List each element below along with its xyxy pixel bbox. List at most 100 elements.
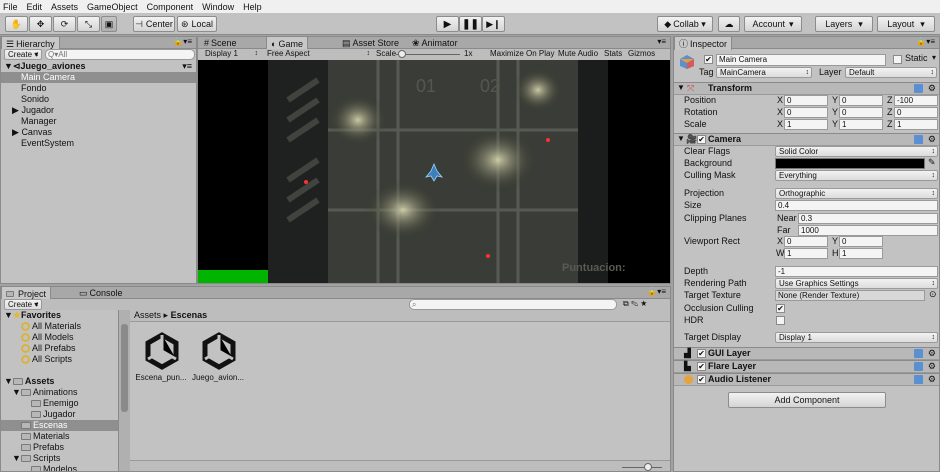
cloud-button[interactable]: ☁: [718, 16, 740, 32]
favorites-item[interactable]: All Models: [1, 332, 118, 343]
layers-dropdown[interactable]: Layers ▾: [815, 16, 873, 32]
target-texture-field[interactable]: None (Render Texture): [775, 290, 925, 301]
hand-tool-button[interactable]: ✋: [5, 16, 28, 32]
far-input[interactable]: 1000: [798, 225, 938, 236]
breadcrumb-root[interactable]: Assets: [134, 310, 161, 320]
help-icon[interactable]: [914, 135, 923, 144]
hierarchy-search-input[interactable]: Q▾All: [45, 49, 195, 60]
menu-edit[interactable]: Edit: [27, 2, 43, 12]
expand-arrow-icon[interactable]: ▼: [677, 83, 685, 92]
transform-header[interactable]: ▼ ⤧ Transform ⚙: [674, 82, 939, 95]
audio-listener-header[interactable]: ✔ Audio Listener ⚙: [674, 373, 939, 386]
project-create-button[interactable]: Create ▾: [4, 299, 42, 310]
tree-item-materials[interactable]: Materials: [1, 431, 118, 442]
tree-item-scripts[interactable]: ▼ Scripts: [1, 453, 118, 464]
scene-root[interactable]: ▼⊲Juego_aviones ▾≡: [1, 61, 196, 72]
culling-mask-dropdown[interactable]: Everything: [775, 170, 938, 181]
help-icon[interactable]: [914, 375, 923, 384]
tree-item-enemigo[interactable]: Enemigo: [1, 398, 118, 409]
aspect-dropdown[interactable]: Free Aspect: [264, 49, 372, 60]
tab-inspector[interactable]: ⓘ Inspector: [674, 37, 733, 50]
gear-icon[interactable]: ⚙: [928, 361, 936, 372]
icon-size-slider-handle[interactable]: [644, 463, 652, 471]
panel-menu-icon[interactable]: 🔒▾≡: [173, 37, 192, 46]
play-button[interactable]: ▶: [436, 16, 459, 32]
near-input[interactable]: 0.3: [798, 213, 938, 224]
object-picker-icon[interactable]: ⊙: [929, 289, 937, 300]
static-checkbox[interactable]: [893, 55, 902, 64]
favorites-header[interactable]: ▼★Favorites: [1, 310, 118, 321]
expand-arrow-icon[interactable]: ▼: [4, 61, 13, 71]
tab-console[interactable]: ▭ Console: [75, 287, 127, 299]
asset-file[interactable]: Escena_pun...: [135, 331, 187, 382]
menu-window[interactable]: Window: [202, 2, 234, 12]
move-tool-button[interactable]: ✥: [29, 16, 52, 32]
gear-icon[interactable]: ⚙: [928, 134, 936, 145]
tree-item-jugador[interactable]: Jugador: [1, 409, 118, 420]
gui-layer-checkbox[interactable]: ✔: [697, 349, 706, 358]
rotation-x-input[interactable]: 0: [784, 107, 828, 118]
tree-scrollbar-track[interactable]: [119, 310, 130, 471]
rotation-y-input[interactable]: 0: [839, 107, 883, 118]
position-z-input[interactable]: -100: [894, 95, 938, 106]
help-icon[interactable]: [914, 362, 923, 371]
stats-toggle[interactable]: Stats: [604, 48, 622, 59]
favorites-item[interactable]: All Scripts: [1, 354, 118, 365]
hierarchy-item-manager[interactable]: Manager: [1, 116, 196, 127]
tree-item-escenas[interactable]: Escenas: [1, 420, 118, 431]
account-dropdown[interactable]: Account ▾: [744, 16, 802, 32]
expand-arrow-icon[interactable]: ▼: [12, 387, 21, 397]
collapse-arrow-icon[interactable]: ▶: [12, 127, 19, 137]
scale-slider-handle[interactable]: [398, 50, 406, 58]
hdr-checkbox[interactable]: [776, 316, 785, 325]
panel-menu-icon[interactable]: 🔒▾≡: [647, 287, 666, 296]
scene-menu-icon[interactable]: ▾≡: [182, 61, 192, 72]
menu-file[interactable]: File: [3, 2, 18, 12]
hierarchy-item-canvas[interactable]: ▶ Canvas: [1, 127, 196, 138]
help-icon[interactable]: [914, 349, 923, 358]
viewport-x-input[interactable]: 0: [784, 236, 828, 247]
scale-y-input[interactable]: 1: [839, 119, 883, 130]
audio-listener-checkbox[interactable]: ✔: [697, 375, 706, 384]
rendering-path-dropdown[interactable]: Use Graphics Settings: [775, 278, 938, 289]
collapse-arrow-icon[interactable]: ▶: [12, 105, 19, 115]
rotate-tool-button[interactable]: ⟳: [53, 16, 76, 32]
layout-dropdown[interactable]: Layout ▾: [877, 16, 935, 32]
tree-item-prefabs[interactable]: Prefabs: [1, 442, 118, 453]
hierarchy-item-jugador[interactable]: ▶ Jugador: [1, 105, 196, 116]
gear-icon[interactable]: ⚙: [928, 374, 936, 385]
gear-icon[interactable]: ⚙: [928, 348, 936, 359]
favorites-item[interactable]: All Prefabs: [1, 343, 118, 354]
scale-x-input[interactable]: 1: [784, 119, 828, 130]
pivot-center-button[interactable]: ⊣ Center: [133, 16, 175, 32]
project-search-input[interactable]: ⌕: [409, 299, 617, 310]
step-button[interactable]: ▶❙: [482, 16, 505, 32]
pivot-local-button[interactable]: ⊛ Local: [177, 16, 217, 32]
favorites-item[interactable]: All Materials: [1, 321, 118, 332]
background-color-swatch[interactable]: [775, 158, 925, 169]
viewport-y-input[interactable]: 0: [839, 236, 883, 247]
viewport-w-input[interactable]: 1: [784, 248, 828, 259]
depth-input[interactable]: -1: [775, 266, 938, 277]
flare-layer-header[interactable]: ▙ ✔ Flare Layer ⚙: [674, 360, 939, 373]
rect-tool-button[interactable]: ▣: [101, 16, 117, 32]
hierarchy-item-sonido[interactable]: Sonido: [1, 94, 196, 105]
camera-header[interactable]: ▼ 🎥 ✔ Camera ⚙: [674, 133, 939, 146]
static-dropdown-arrow-icon[interactable]: ▾: [932, 53, 936, 62]
add-component-button[interactable]: Add Component: [728, 392, 886, 408]
tab-scene[interactable]: # Scene: [200, 37, 241, 49]
scale-z-input[interactable]: 1: [894, 119, 938, 130]
hierarchy-item-main-camera[interactable]: Main Camera: [1, 72, 196, 83]
menu-gameobject[interactable]: GameObject: [87, 2, 138, 12]
position-x-input[interactable]: 0: [784, 95, 828, 106]
tree-item-modelos[interactable]: Modelos: [1, 464, 118, 471]
tree-scrollbar-thumb[interactable]: [121, 324, 128, 412]
panel-menu-icon[interactable]: ▾≡: [657, 37, 666, 46]
tab-animator[interactable]: ❀ Animator: [408, 37, 462, 49]
hierarchy-create-button[interactable]: Create ▾: [4, 49, 42, 60]
hierarchy-item-fondo[interactable]: Fondo: [1, 83, 196, 94]
target-display-dropdown[interactable]: Display 1: [775, 332, 938, 343]
icon-size-slider[interactable]: [622, 467, 662, 468]
object-name-input[interactable]: Main Camera: [716, 54, 886, 66]
gui-layer-header[interactable]: ▟ ✔ GUI Layer ⚙: [674, 347, 939, 360]
